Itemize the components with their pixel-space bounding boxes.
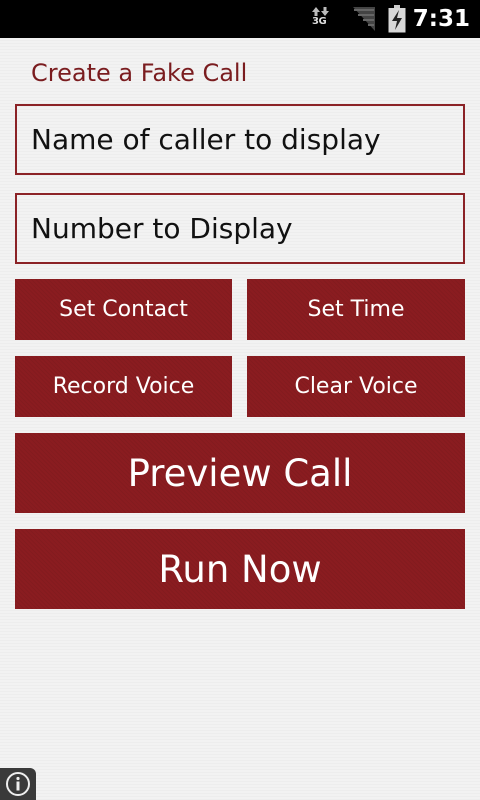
clear-voice-button[interactable]: Clear Voice [247, 356, 465, 417]
record-voice-button[interactable]: Record Voice [15, 356, 232, 417]
signal-strength-icon [353, 7, 375, 31]
info-button[interactable] [0, 768, 36, 800]
network-type-label: 3G [312, 16, 327, 27]
set-time-button[interactable]: Set Time [247, 279, 465, 340]
set-contact-button[interactable]: Set Contact [15, 279, 232, 340]
preview-call-button[interactable]: Preview Call [15, 433, 465, 513]
status-clock: 7:31 [412, 6, 470, 32]
caller-name-input[interactable] [15, 104, 465, 175]
page-title: Create a Fake Call [31, 59, 248, 87]
status-bar: 3G 7:31 [0, 0, 480, 38]
run-now-button[interactable]: Run Now [15, 529, 465, 609]
battery-charging-icon [388, 5, 406, 33]
caller-number-input[interactable] [15, 193, 465, 264]
info-icon [6, 772, 30, 796]
